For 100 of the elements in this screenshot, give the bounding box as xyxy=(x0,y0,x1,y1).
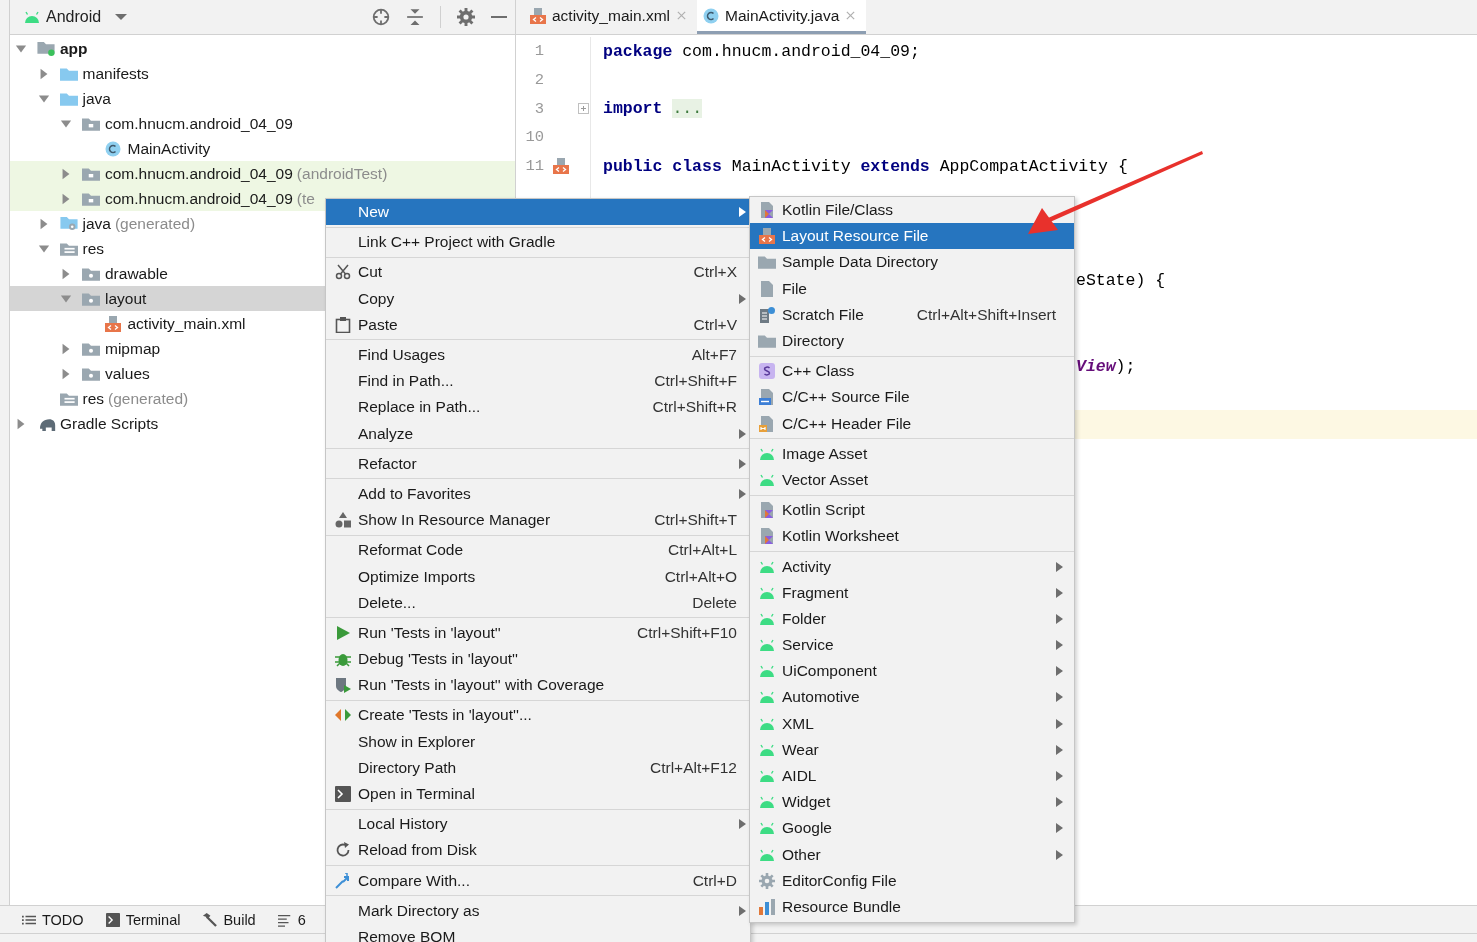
menu-item[interactable]: Delete... Delete xyxy=(326,589,750,616)
folder-icon xyxy=(758,334,776,349)
menu-item[interactable]: EditorConfig File xyxy=(750,867,1074,894)
close-icon xyxy=(845,10,857,21)
menu-item[interactable]: Vector Asset xyxy=(750,466,1074,494)
menu-item[interactable]: Other xyxy=(750,841,1074,868)
android-icon xyxy=(759,639,775,652)
menu-item[interactable]: Analyze xyxy=(326,420,750,447)
folder-icon xyxy=(59,241,78,256)
tree-item-note: (te xyxy=(296,189,315,208)
layout-file-icon xyxy=(759,228,775,245)
tool-window-button[interactable]: Build xyxy=(202,911,256,928)
layout-file-icon xyxy=(104,315,121,332)
line-number: 11 xyxy=(525,157,544,176)
menu-item[interactable]: Google xyxy=(750,815,1074,842)
menu-item[interactable]: UiComponent xyxy=(750,658,1074,685)
menu-item[interactable]: Mark Directory as xyxy=(326,897,750,924)
tool-window-button[interactable]: TODO xyxy=(22,911,84,928)
tree-item[interactable]: manifests xyxy=(10,61,515,86)
menu-item[interactable]: Optimize Imports Ctrl+Alt+O xyxy=(326,563,750,590)
android-icon xyxy=(759,822,775,835)
menu-item[interactable]: Kotlin Worksheet xyxy=(750,523,1074,550)
menu-item[interactable]: Sample Data Directory xyxy=(750,249,1074,276)
android-icon xyxy=(759,586,775,599)
package-icon xyxy=(82,166,100,181)
folder-icon xyxy=(82,266,100,281)
menu-item[interactable]: Find Usages Alt+F7 xyxy=(326,341,750,369)
tree-item[interactable]: com.hnucm.android_04_09 xyxy=(10,111,515,136)
view-selector[interactable]: Android xyxy=(24,8,128,26)
shortcut-label: Ctrl+Alt+Shift+Insert xyxy=(916,305,1056,324)
close-icon xyxy=(676,10,687,21)
menu-item[interactable]: Directory Path Ctrl+Alt+F12 xyxy=(326,754,750,781)
tree-item[interactable]: com.hnucm.android_04_09 (androidTest) xyxy=(10,161,515,186)
submenu-arrow-icon xyxy=(739,905,746,916)
menu-item[interactable]: Local History xyxy=(326,811,750,838)
menu-item[interactable]: Show in Explorer xyxy=(326,728,750,755)
menu-item[interactable]: Open in Terminal xyxy=(326,780,750,808)
menu-item[interactable]: Compare With... Ctrl+D xyxy=(326,867,750,894)
editor-tab[interactable]: MainActivity.java xyxy=(697,0,867,34)
menu-item[interactable]: Kotlin Script xyxy=(750,497,1074,524)
line-number: 10 xyxy=(525,128,544,147)
android-icon xyxy=(759,743,775,756)
menu-item[interactable]: Service xyxy=(750,632,1074,659)
kotlin-file-icon xyxy=(759,202,775,219)
diamond-arrows-icon xyxy=(335,707,351,724)
menu-item[interactable]: Image Asset xyxy=(750,440,1074,467)
bug-icon xyxy=(335,651,351,668)
menu-item[interactable]: Replace in Path... Ctrl+Shift+R xyxy=(326,394,750,421)
menu-item[interactable]: C/C++ Source File xyxy=(750,384,1074,411)
menu-item[interactable]: Show In Resource Manager Ctrl+Shift+T xyxy=(326,507,750,534)
menu-item[interactable]: Wear xyxy=(750,736,1074,763)
menu-item[interactable]: Fragment xyxy=(750,579,1074,606)
menu-item[interactable]: Create 'Tests in 'layout''... xyxy=(326,702,750,729)
tool-window-button[interactable]: Terminal xyxy=(105,911,181,928)
menu-item[interactable]: Scratch File Ctrl+Alt+Shift+Insert xyxy=(750,301,1074,328)
android-icon xyxy=(759,770,775,783)
tree-item[interactable]: java xyxy=(10,86,515,111)
android-icon xyxy=(759,473,775,486)
menu-item[interactable]: XML xyxy=(750,710,1074,737)
menu-item[interactable]: Reload from Disk xyxy=(326,837,750,864)
shortcut-label: Ctrl+Alt+O xyxy=(664,567,738,586)
hammer-icon xyxy=(202,912,218,927)
menu-item[interactable]: File xyxy=(750,275,1074,302)
code-line: package com.hnucm.android_04_09; xyxy=(603,41,920,61)
tool-window-button[interactable]: 6 xyxy=(277,911,306,928)
menu-item[interactable]: Run 'Tests in 'layout'' with Coverage xyxy=(326,672,750,699)
menu-item[interactable]: Add to Favorites xyxy=(326,480,750,508)
menu-item[interactable]: New xyxy=(326,199,750,226)
refresh-icon xyxy=(335,842,351,859)
menu-item[interactable]: Layout Resource File xyxy=(750,223,1074,250)
menu-item[interactable]: C++ Class xyxy=(750,358,1074,385)
menu-item[interactable]: Resource Bundle xyxy=(750,893,1074,921)
terminal-icon xyxy=(105,912,120,927)
tree-item[interactable]: app xyxy=(10,36,515,61)
android-icon xyxy=(759,447,775,460)
submenu-arrow-icon xyxy=(739,819,746,830)
menu-item[interactable]: Folder xyxy=(750,605,1074,632)
menu-item[interactable]: Link C++ Project with Gradle xyxy=(326,229,750,256)
editor-tab[interactable]: activity_main.xml xyxy=(524,0,697,34)
tree-item[interactable]: MainActivity xyxy=(10,136,515,161)
menu-item[interactable]: C/C++ Header File xyxy=(750,410,1074,437)
tree-item-note: (generated) xyxy=(108,389,189,408)
menu-item[interactable]: Automotive xyxy=(750,684,1074,711)
cpp-class-icon xyxy=(759,363,775,380)
menu-item[interactable]: AIDL xyxy=(750,762,1074,790)
menu-item[interactable]: Directory xyxy=(750,327,1074,355)
android-icon xyxy=(759,612,775,625)
menu-item[interactable]: Kotlin File/Class xyxy=(750,197,1074,224)
menu-item[interactable]: Activity xyxy=(750,553,1074,580)
menu-item[interactable]: Cut Ctrl+X xyxy=(326,259,750,286)
submenu-arrow-icon xyxy=(1056,849,1063,860)
submenu-arrow-icon xyxy=(1056,666,1063,677)
menu-item[interactable]: Find in Path... Ctrl+Shift+F xyxy=(326,368,750,395)
menu-item[interactable]: Paste Ctrl+V xyxy=(326,311,750,338)
menu-item[interactable]: Refactor xyxy=(326,450,750,477)
menu-item[interactable]: Remove BOM xyxy=(326,923,750,942)
menu-item[interactable]: Run 'Tests in 'layout'' Ctrl+Shift+F10 xyxy=(326,619,750,646)
menu-item[interactable]: Debug 'Tests in 'layout'' xyxy=(326,646,750,673)
menu-item[interactable]: Reformat Code Ctrl+Alt+L xyxy=(326,537,750,564)
menu-item[interactable]: Widget xyxy=(750,789,1074,816)
